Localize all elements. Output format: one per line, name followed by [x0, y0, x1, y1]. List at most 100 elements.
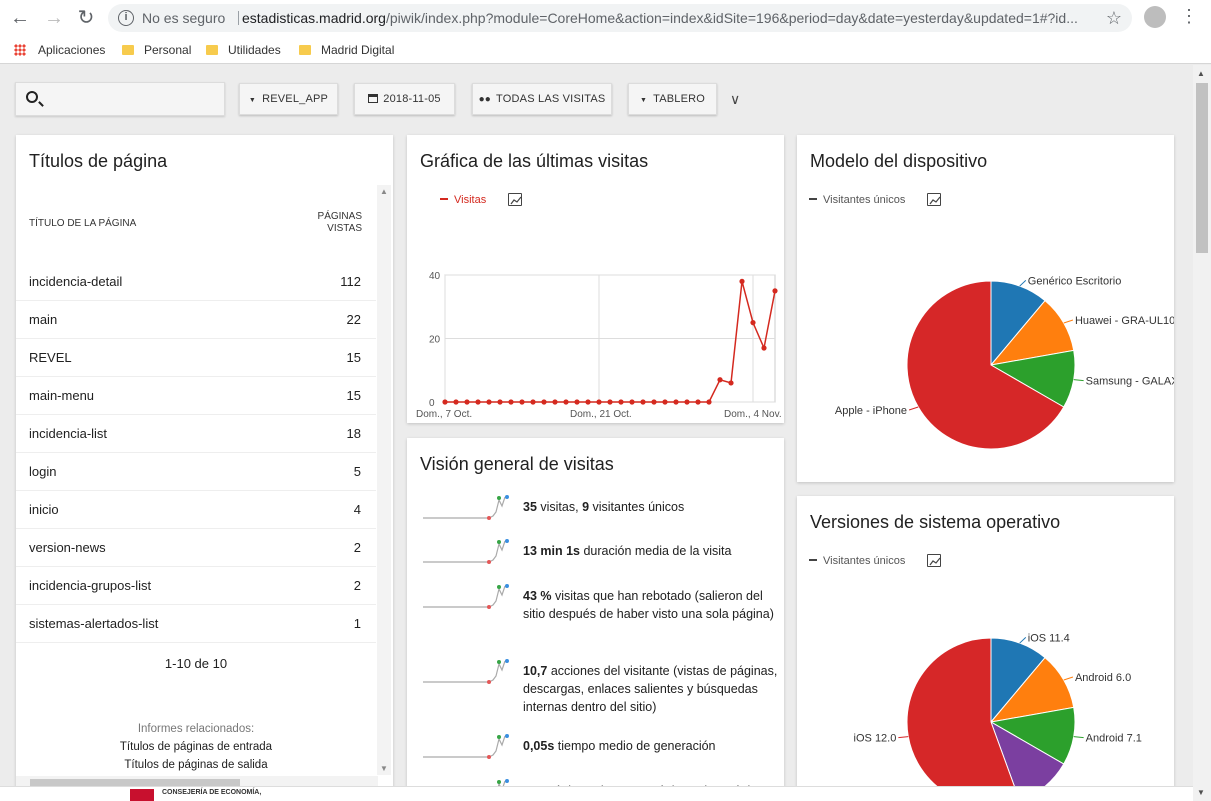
- sparkline-point: [487, 605, 491, 609]
- bookmark-utilidades[interactable]: Utilidades: [206, 42, 281, 58]
- info-icon[interactable]: i: [118, 10, 134, 26]
- device-legend[interactable]: Visitantes únicos: [809, 194, 905, 206]
- widget-title: Títulos de página: [29, 151, 168, 171]
- os-versions-widget: Versiones de sistema operativo Visitante…: [797, 496, 1174, 801]
- table-row[interactable]: REVEL 15: [16, 339, 376, 377]
- table-row[interactable]: incidencia-list 18: [16, 415, 376, 453]
- sparkline-point: [505, 539, 509, 543]
- overview-text: 35 visitas, 9 visitantes únicos: [523, 498, 778, 516]
- sparkline[interactable]: [423, 733, 518, 761]
- table-row[interactable]: main-menu 15: [16, 377, 376, 415]
- data-point: [684, 399, 690, 405]
- row-label: main-menu: [29, 388, 95, 403]
- data-point: [508, 399, 514, 405]
- bookmark-star-icon[interactable]: ☆: [1106, 4, 1122, 32]
- scroll-thumb[interactable]: [1196, 83, 1208, 253]
- bookmark-label: Aplicaciones: [38, 43, 106, 57]
- os-legend[interactable]: Visitantes únicos: [809, 555, 905, 567]
- expand-chevron-icon[interactable]: ∨: [730, 91, 740, 108]
- url-text: estadisticas.madrid.org/piwik/index.php?…: [242, 4, 1078, 32]
- row-value: 15: [346, 350, 361, 365]
- x-tick-label: Dom., 7 Oct.: [416, 409, 472, 420]
- data-point: [475, 399, 481, 405]
- sparkline[interactable]: [423, 658, 518, 686]
- y-tick-label: 0: [429, 398, 435, 409]
- related-link-entry[interactable]: Títulos de páginas de entrada: [16, 738, 376, 756]
- sparkline[interactable]: [423, 583, 518, 611]
- overview-description: acciones del visitante (vistas de página…: [523, 664, 778, 714]
- table-row[interactable]: sistemas-alertados-list 1: [16, 605, 376, 643]
- data-point: [618, 399, 624, 405]
- overview-text: 10,7 acciones del visitante (vistas de p…: [523, 662, 778, 716]
- table-scrollbar[interactable]: ▲ ▼: [377, 185, 391, 775]
- row-value: 1: [353, 616, 361, 631]
- page-scrollbar[interactable]: ▲ ▼: [1193, 65, 1211, 801]
- scroll-down-icon[interactable]: ▼: [1197, 788, 1205, 797]
- table-row[interactable]: login 5: [16, 453, 376, 491]
- row-label: incidencia-grupos-list: [29, 578, 152, 593]
- chart-type-icon[interactable]: [508, 193, 522, 206]
- device-pie-chart[interactable]: Genérico Escritorio Huawei - GRA-UL10 Sams…: [797, 215, 1174, 475]
- back-icon[interactable]: ←: [8, 6, 32, 30]
- data-point: [662, 399, 668, 405]
- url-path: /piwik/index.php?module=CoreHome&action=…: [385, 10, 1078, 26]
- date-selector-button[interactable]: 2018-11-05: [354, 83, 455, 115]
- overview-description: visitas que han rebotado (salieron del s…: [523, 589, 774, 621]
- y-tick-label: 20: [429, 335, 441, 346]
- address-divider: [238, 11, 239, 25]
- visits-line-chart[interactable]: 0 20 40 Dom., 7 Oct. Dom., 21 Oct. Dom., 4 No…: [407, 265, 784, 423]
- row-value: 112: [340, 274, 361, 289]
- scroll-up-icon[interactable]: ▲: [1197, 69, 1205, 78]
- visits-legend[interactable]: Visitas: [440, 194, 486, 206]
- row-label: inicio: [29, 502, 59, 517]
- scroll-down-icon[interactable]: ▼: [380, 764, 388, 773]
- table-row[interactable]: version-news 2: [16, 529, 376, 567]
- site-selector-button[interactable]: ▼ REVEL_APP: [239, 83, 338, 115]
- sparkline[interactable]: [423, 538, 518, 566]
- row-label: incidencia-detail: [29, 274, 123, 289]
- profile-avatar[interactable]: [1144, 6, 1166, 28]
- data-point: [596, 399, 602, 405]
- os-pie-chart[interactable]: iOS 11.4Android 6.0Android 7.1Windows 10…: [797, 572, 1174, 801]
- calendar-icon: [368, 94, 379, 103]
- dashboard-selector-button[interactable]: ▼ TABLERO: [628, 83, 717, 115]
- sparkline[interactable]: [423, 494, 518, 522]
- chart-type-icon[interactable]: [927, 193, 941, 206]
- chart-type-icon[interactable]: [927, 554, 941, 567]
- column-header-title[interactable]: TÍTULO DE LA PÁGINA: [29, 218, 136, 229]
- table-row[interactable]: inicio 4: [16, 491, 376, 529]
- sparkline-point: [487, 560, 491, 564]
- overview-description: tiempo medio de generación: [554, 739, 716, 753]
- menu-icon[interactable]: ⋮: [1180, 6, 1198, 27]
- column-header-pageviews[interactable]: PÁGINAS VISTAS: [318, 211, 362, 235]
- data-point: [442, 399, 448, 405]
- forward-icon[interactable]: →: [42, 6, 66, 30]
- bookmark-personal[interactable]: Personal: [122, 42, 191, 58]
- row-value: 4: [353, 502, 361, 517]
- table-row[interactable]: main 22: [16, 301, 376, 339]
- dashboard-selector-label: TABLERO: [653, 93, 706, 105]
- row-label: sistemas-alertados-list: [29, 616, 159, 631]
- bookmark-apps[interactable]: Aplicaciones: [14, 42, 105, 58]
- search-box[interactable]: [15, 82, 225, 116]
- table-row[interactable]: incidencia-grupos-list 2: [16, 567, 376, 605]
- segment-selector-button[interactable]: ●● TODAS LAS VISITAS: [472, 83, 612, 115]
- community-logo: [130, 789, 154, 801]
- scroll-up-icon[interactable]: ▲: [380, 187, 388, 196]
- bookmark-madrid-digital[interactable]: Madrid Digital: [299, 42, 394, 58]
- slice-label: Android 6.0: [1075, 672, 1131, 684]
- sparkline-point: [497, 735, 501, 739]
- sparkline-point: [505, 495, 509, 499]
- data-point: [574, 399, 580, 405]
- related-reports-title: Informes relacionados:: [137, 723, 255, 735]
- data-point: [464, 399, 470, 405]
- row-value: 22: [346, 312, 361, 327]
- legend-label: Visitantes únicos: [823, 194, 906, 206]
- table-row[interactable]: incidencia-detail 112: [16, 263, 376, 301]
- address-bar[interactable]: i No es seguro estadisticas.madrid.org/p…: [108, 4, 1132, 32]
- data-point: [761, 345, 767, 351]
- reload-icon[interactable]: ↻: [74, 6, 98, 30]
- sparkline-point: [487, 755, 491, 759]
- data-point: [750, 320, 756, 326]
- related-link-exit[interactable]: Títulos de páginas de salida: [16, 756, 376, 774]
